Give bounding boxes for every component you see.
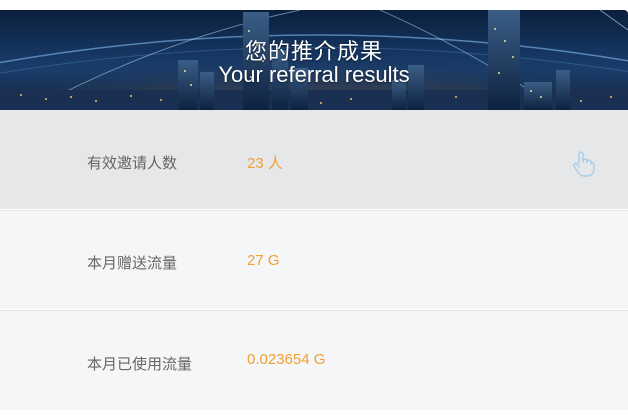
bottom-spacer — [0, 410, 628, 420]
monthly-used-traffic-value: 0.023654 G — [247, 351, 326, 368]
monthly-gift-traffic-value: 27 G — [247, 252, 280, 269]
monthly-gift-traffic-label: 本月赠送流量 — [87, 255, 178, 272]
referral-results-page: 您的推介成果 Your referral results 有效邀请人数 23 人… — [0, 0, 628, 420]
row-valid-invites[interactable]: 有效邀请人数 23 人 — [0, 110, 628, 209]
monthly-used-traffic-label: 本月已使用流量 — [87, 356, 193, 373]
hand-pointer-icon — [573, 151, 595, 177]
valid-invites-value: 23 人 — [247, 155, 283, 172]
valid-invites-label: 有效邀请人数 — [87, 155, 178, 172]
referral-banner: 您的推介成果 Your referral results — [0, 10, 628, 110]
banner-title-english: Your referral results — [218, 62, 410, 87]
row-monthly-used-traffic[interactable]: 本月已使用流量 0.023654 G — [0, 310, 628, 410]
row-monthly-gift-traffic[interactable]: 本月赠送流量 27 G — [0, 210, 628, 309]
